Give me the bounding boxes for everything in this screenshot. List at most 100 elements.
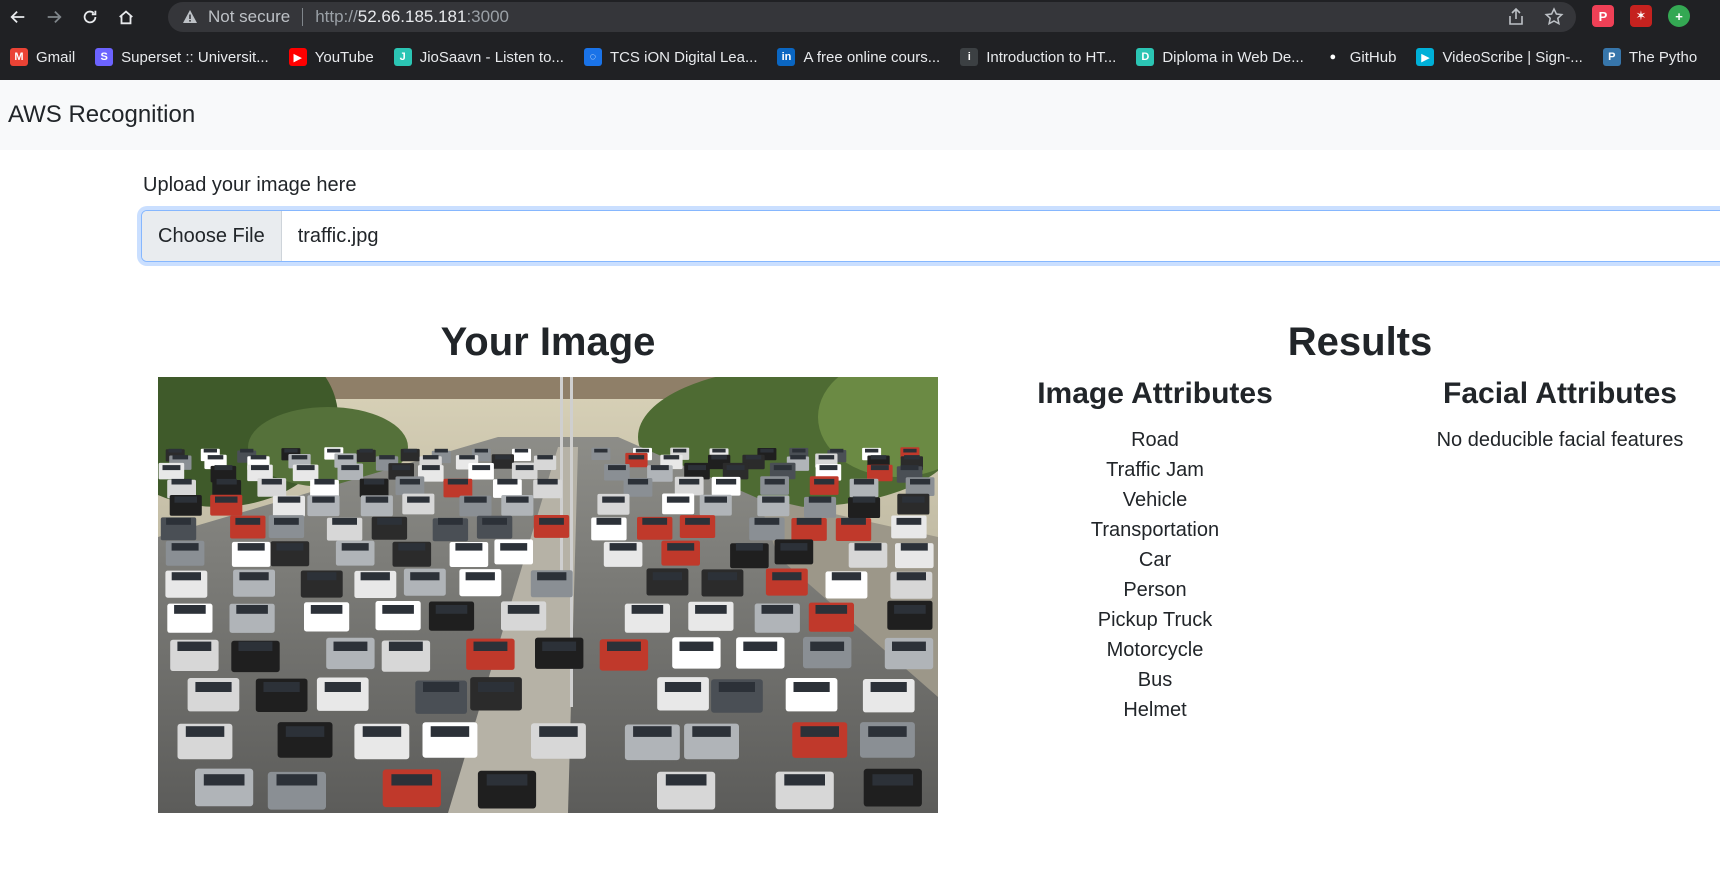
car-window-shape [388, 641, 423, 651]
bookmark-item[interactable]: in A free online cours... [777, 48, 940, 66]
bookmark-item[interactable]: ▶ YouTube [288, 48, 374, 66]
car-window-shape [398, 543, 426, 551]
bookmark-label: TCS iON Digital Lea... [609, 48, 758, 66]
traffic-photo [158, 377, 938, 813]
pocket-extension-icon[interactable]: P [1592, 5, 1614, 27]
car-window-shape [310, 605, 343, 614]
car-window-shape [276, 543, 304, 551]
car-window-shape [364, 478, 385, 485]
navbar-brand[interactable]: AWS Recognition [8, 101, 195, 129]
car-window-shape [808, 496, 832, 503]
car-window-shape [870, 682, 907, 692]
car-window-shape [902, 496, 925, 503]
car-window-shape [602, 496, 625, 503]
bookmark-item[interactable]: ▶ VideoScribe | Sign-... [1416, 48, 1583, 66]
car-window-shape [628, 455, 645, 460]
car-window-shape [486, 774, 528, 786]
forward-button[interactable] [36, 0, 72, 34]
car-window-shape [482, 517, 507, 525]
car-window-shape [688, 465, 706, 471]
car-window-shape [831, 572, 862, 581]
bookmark-label: GitHub [1349, 48, 1397, 66]
bookmark-star-icon[interactable] [1544, 7, 1564, 27]
car-window-shape [631, 605, 664, 614]
github-icon: ● [1329, 51, 1337, 63]
car-window-shape [341, 465, 360, 471]
car-window-shape [896, 572, 926, 581]
car-window-shape [894, 605, 926, 614]
image-attributes-title: Image Attributes [1037, 377, 1273, 410]
navbar: AWS Recognition [0, 80, 1720, 150]
url-text: http://52.66.185.181:3000 [315, 7, 509, 27]
image-attribute-item: Transportation [1090, 519, 1220, 541]
bookmark-item[interactable]: S Superset :: Universit... [95, 48, 269, 66]
car-window-shape [360, 572, 390, 581]
car-window-shape [250, 455, 267, 460]
car-window-shape [793, 682, 830, 692]
car-window-shape [692, 726, 731, 737]
car-window-shape [465, 572, 495, 581]
car-window-shape [362, 726, 402, 737]
car-window-shape [506, 496, 529, 503]
car-window-shape [537, 572, 567, 581]
car-shape [803, 636, 852, 669]
bookmark-label: A free online cours... [803, 48, 941, 66]
car-window-shape [773, 465, 792, 471]
home-button[interactable] [108, 0, 144, 34]
red-extension-icon[interactable]: ✶ [1630, 5, 1652, 27]
car-window-shape [896, 517, 922, 525]
car-window-shape [633, 726, 672, 737]
car-window-shape [203, 774, 245, 786]
car-window-shape [430, 726, 470, 737]
home-icon [119, 10, 133, 25]
car-window-shape [800, 726, 839, 737]
car-window-shape [214, 465, 233, 471]
upload-label: Upload your image here [143, 174, 357, 196]
warning-icon [183, 10, 197, 23]
car-window-shape [815, 605, 848, 614]
car-window-shape [422, 455, 439, 460]
results-title: Results [1287, 320, 1433, 364]
car-window-shape [263, 682, 300, 692]
bookmark-item[interactable]: ◌ TCS iON Digital Lea... [583, 48, 758, 66]
share-icon[interactable] [1506, 7, 1526, 27]
choose-file-button[interactable]: Choose File [142, 211, 282, 261]
bookmark-item[interactable]: J JioSaavn - Listen to... [393, 48, 564, 66]
reload-button[interactable] [72, 0, 108, 34]
url-host: 52.66.185.181 [357, 7, 467, 26]
car-window-shape [284, 448, 298, 453]
car-window-shape [403, 448, 417, 453]
car-window-shape [410, 572, 440, 581]
bookmark-item[interactable]: D Diploma in Web De... [1136, 48, 1304, 66]
image-attribute-item: Vehicle [1122, 489, 1188, 511]
bookmark-label: VideoScribe | Sign-... [1442, 48, 1583, 66]
car-window-shape [542, 641, 577, 651]
car-window-shape [594, 448, 608, 453]
bookmark-item[interactable]: i Introduction to HT... [960, 48, 1116, 66]
separator [302, 8, 304, 26]
address-bar[interactable]: Not secure http://52.66.185.181:3000 [168, 2, 1576, 32]
add-extension-icon[interactable]: + [1668, 5, 1690, 27]
image-attribute-item: Road [1131, 429, 1179, 451]
car-window-shape [365, 496, 389, 503]
bookmark-item[interactable]: P The Pytho [1602, 48, 1697, 66]
bookmark-item[interactable]: M Gmail [10, 48, 75, 66]
car-window-shape [792, 448, 806, 453]
car-window-shape [438, 517, 463, 525]
car-window-shape [726, 465, 745, 471]
car-window-shape [790, 455, 806, 460]
car-window-shape [237, 543, 265, 551]
image-attribute-item: Helmet [1123, 699, 1187, 721]
car-window-shape [663, 455, 680, 460]
car-window-shape [718, 682, 755, 692]
car-window-shape [337, 455, 354, 460]
file-input[interactable]: Choose File traffic.jpg [141, 210, 1720, 262]
car-window-shape [652, 572, 682, 581]
jiosaavn-icon: J [393, 48, 412, 66]
car-window-shape [539, 517, 564, 525]
car-window-shape [215, 496, 238, 503]
car-window-shape [464, 496, 487, 503]
back-button[interactable] [0, 0, 36, 34]
car-window-shape [537, 455, 553, 460]
bookmark-item[interactable]: ● GitHub [1324, 48, 1397, 66]
